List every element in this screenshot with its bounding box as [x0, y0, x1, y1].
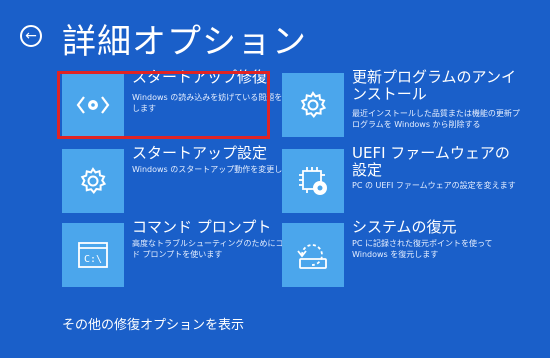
option-command-prompt[interactable]: C:\ コマンド プロンプト 高度なトラブルシューティングのためにコマンド プロ…: [62, 219, 302, 287]
option-description: Windows のスタートアップ動作を変更します: [132, 165, 299, 174]
startup-repair-icon: [62, 73, 124, 137]
option-system-restore[interactable]: システムの復元 PC に記録された復元ポイントを使って Windows を復元し…: [282, 219, 522, 287]
option-uninstall-updates[interactable]: 更新プログラムのアンインストール 最近インストールした品質または機能の更新プログ…: [282, 69, 522, 137]
gear-icon: [282, 73, 344, 137]
option-description: 高度なトラブルシューティングのためにコマンド プロンプトを使います: [132, 239, 300, 259]
svg-text:C:\: C:\: [84, 254, 102, 265]
option-title: システムの復元: [352, 218, 457, 236]
more-repair-options-link[interactable]: その他の修復オプションを表示: [62, 314, 244, 333]
chip-gear-icon: [282, 149, 344, 213]
option-title: UEFI ファームウェアの設定: [352, 144, 510, 179]
option-title: スタートアップ設定: [132, 144, 268, 162]
command-prompt-icon: C:\: [62, 223, 124, 287]
option-uefi-firmware-settings[interactable]: UEFI ファームウェアの設定 PC の UEFI ファームウェアの設定を変えま…: [282, 145, 522, 213]
page-title: 詳細オプション: [62, 22, 307, 62]
option-description: Windows の読み込みを妨げている問題を修正します: [132, 93, 299, 113]
option-description: PC に記録された復元ポイントを使って Windows を復元します: [352, 239, 493, 259]
option-startup-settings[interactable]: スタートアップ設定 Windows のスタートアップ動作を変更します: [62, 145, 302, 213]
option-description: PC の UEFI ファームウェアの設定を変えます: [352, 181, 516, 190]
option-title: 更新プログラムのアンインストール: [352, 68, 516, 103]
gear-icon: [62, 149, 124, 213]
option-description: 最近インストールした品質または機能の更新プログラムを Windows から削除す…: [352, 109, 520, 129]
option-title: スタートアップ修復: [132, 68, 268, 86]
system-restore-icon: [282, 223, 344, 287]
left-arrow-icon: ←: [25, 28, 37, 44]
option-startup-repair[interactable]: スタートアップ修復 Windows の読み込みを妨げている問題を修正します: [62, 69, 302, 137]
back-button[interactable]: ←: [20, 25, 42, 47]
option-title: コマンド プロンプト: [132, 218, 272, 236]
